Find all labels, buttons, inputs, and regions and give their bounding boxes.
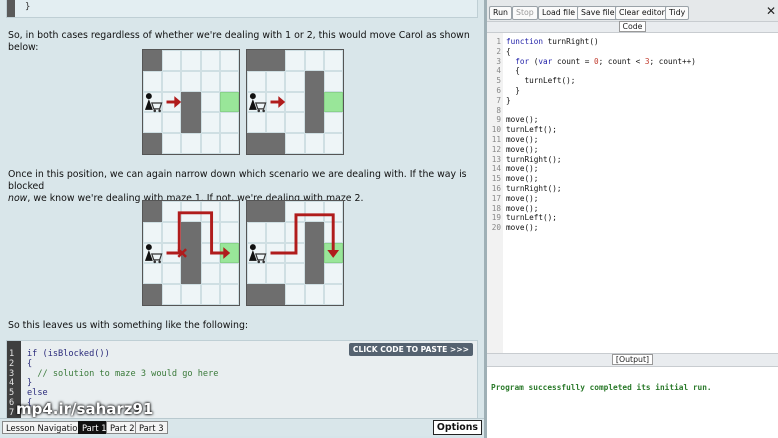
editor-line-number: 9 (496, 115, 501, 125)
lesson-pane: } So, in both cases regardless of whethe… (0, 0, 484, 418)
snippet-line: // solution to maze 3 would go here (27, 368, 219, 379)
editor-line-number: 10 (491, 125, 501, 135)
editor-code-line[interactable] (506, 106, 696, 116)
editor-line-number: 13 (491, 154, 501, 164)
click-code-to-paste-button[interactable]: CLICK CODE TO PASTE >>> (348, 343, 473, 356)
snippet-line: if (isBlocked()) (27, 349, 110, 359)
load-file-button[interactable]: Load file (538, 6, 580, 20)
clear-editor-button[interactable]: Clear editor (615, 6, 669, 20)
maze-2-path (246, 200, 344, 306)
editor-line-number: 20 (491, 223, 501, 233)
paragraph-2-line-1: Once in this position, we can again narr… (8, 169, 467, 192)
part-3-button[interactable]: Part 3 (135, 421, 168, 434)
editor-code-line[interactable]: function turnRight() (506, 37, 696, 47)
editor-code-line[interactable]: move(); (506, 164, 696, 174)
editor-line-number: 1 (496, 37, 501, 46)
editor-line-number: 3 (496, 56, 501, 66)
editor-line-number: 19 (491, 213, 501, 223)
code-gutter (7, 0, 15, 17)
editor-code-line[interactable]: move(); (506, 115, 696, 125)
lesson-paragraph-3: So this leaves us with something like th… (8, 320, 249, 331)
editor-line-number: 16 (491, 183, 501, 193)
editor-code[interactable]: function turnRight(){ for (var count = 0… (506, 37, 696, 233)
editor-line-number: 14 (491, 164, 501, 174)
editor-line-number: 2 (496, 46, 501, 56)
editor-code-line[interactable]: move(); (506, 194, 696, 204)
editor-line-number: 5 (496, 76, 501, 86)
editor-code-line[interactable]: } (506, 86, 696, 96)
editor-line-numbers: 1 2 3 4 5 6 7 8 9 10 11 12 13 14 15 16 17 18 19 20 (489, 37, 501, 233)
editor-code-line[interactable]: move(); (506, 145, 696, 155)
emphasis-now: now (8, 193, 28, 204)
editor-code-line[interactable]: turnRight(); (506, 184, 696, 194)
editor-code-line[interactable]: turnRight(); (506, 155, 696, 165)
editor-code-line[interactable]: turnLeft(); (506, 125, 696, 135)
maze-2-position (246, 49, 344, 155)
maze-pair-2 (142, 200, 344, 306)
editor-code-line[interactable]: move(); (506, 174, 696, 184)
editor-line-number: 6 (496, 85, 501, 95)
previous-code-snippet[interactable]: } (6, 0, 478, 18)
editor-code-line[interactable]: { (506, 66, 696, 76)
code-editor-pane: Run Stop Load file Save file Clear edito… (487, 0, 778, 438)
editor-line-number: 15 (491, 174, 501, 184)
editor-line-number: 7 (496, 95, 501, 105)
output-title-label: [Output] (611, 354, 654, 365)
part-2-button[interactable]: Part 2 (106, 421, 139, 434)
snippet-line: else (27, 388, 48, 399)
code-text: } (25, 2, 31, 12)
editor-code-line[interactable]: move(); (506, 223, 696, 233)
editor-code-line[interactable]: turnLeft(); (506, 213, 696, 223)
lesson-navigation-bar: Lesson Navigation: Part 1 Part 2 Part 3 … (0, 418, 484, 436)
code-editor[interactable]: 1 2 3 4 5 6 7 8 9 10 11 12 13 14 15 16 17 18 19 20 function… (487, 32, 778, 354)
code-title-label: Code (618, 21, 647, 32)
snippet-line-numbers: 1234567 (9, 349, 15, 418)
watermark: mp4.ir/saharz91 (16, 400, 154, 418)
maze-1-path (142, 200, 240, 306)
editor-code-line[interactable]: } (506, 96, 696, 106)
editor-code-line[interactable]: for (var count = 0; count < 3; count++) (506, 57, 696, 67)
tidy-button[interactable]: Tidy (665, 6, 690, 20)
snippet-line: } (27, 378, 33, 389)
editor-code-line[interactable]: move(); (506, 204, 696, 214)
options-button[interactable]: Options (432, 420, 482, 435)
run-button[interactable]: Run (489, 6, 512, 20)
save-file-button[interactable]: Save file (577, 6, 619, 20)
lesson-navigation-label[interactable]: Lesson Navigation: (2, 421, 90, 434)
output-pane-title: [Output] (487, 354, 778, 366)
editor-line-number: 17 (491, 193, 501, 203)
output-message: Program successfully completed its initi… (491, 383, 712, 392)
editor-toolbar: Run Stop Load file Save file Clear edito… (487, 0, 778, 22)
editor-line-number: 8 (496, 105, 501, 115)
output-console: Program successfully completed its initi… (487, 366, 778, 438)
editor-line-number: 4 (496, 66, 501, 76)
editor-code-line[interactable]: { (506, 47, 696, 57)
editor-line-number: 12 (491, 144, 501, 154)
editor-code-line[interactable]: turnLeft(); (506, 76, 696, 86)
maze-pair-1 (142, 49, 344, 155)
stop-button[interactable]: Stop (512, 6, 538, 20)
editor-line-number: 18 (491, 203, 501, 213)
close-icon[interactable]: ✕ (766, 4, 776, 18)
snippet-line-number: 7 (9, 407, 15, 418)
editor-code-line[interactable]: move(); (506, 135, 696, 145)
app-frame: } So, in both cases regardless of whethe… (0, 0, 778, 438)
maze-1-position (142, 49, 240, 155)
editor-line-number: 11 (491, 134, 501, 144)
